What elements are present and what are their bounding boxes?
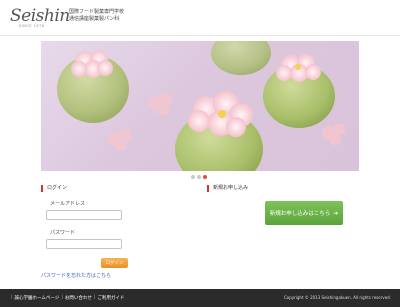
signup-heading: 新規お申し込み bbox=[207, 185, 248, 192]
footer-link-contact[interactable]: お問い合わせ bbox=[65, 295, 92, 301]
carousel-dot-2[interactable] bbox=[197, 175, 201, 179]
password-label: パスワード bbox=[50, 230, 76, 236]
footer-link-home[interactable]: 誠心学園ホームページ bbox=[15, 295, 60, 301]
logo-since-text: SINCE 1976 bbox=[19, 24, 45, 28]
school-name-line2: 通信講座製菓製パン科 bbox=[69, 15, 120, 22]
login-button[interactable]: ログイン bbox=[101, 258, 128, 268]
hero-carousel-image bbox=[41, 41, 359, 171]
carousel-dot-1[interactable] bbox=[191, 175, 195, 179]
site-footer: | 誠心学園ホームページ | お問い合わせ | ご利用ガイド Copyright… bbox=[0, 289, 400, 307]
site-header: Seishin SINCE 1976 国際フード製菓専門学校 通信講座製菓製パン… bbox=[0, 0, 400, 36]
forgot-password-link[interactable]: パスワードを忘れた方はこちら bbox=[41, 272, 111, 279]
signup-button[interactable]: 新規お申し込みはこちら ➔ bbox=[265, 201, 343, 225]
login-heading: ログイン bbox=[41, 185, 67, 192]
carousel-dot-3[interactable] bbox=[203, 175, 207, 179]
signup-button-label: 新規お申し込みはこちら bbox=[269, 211, 331, 217]
school-name: 国際フード製菓専門学校 通信講座製菓製パン科 bbox=[69, 9, 124, 22]
footer-links: | 誠心学園ホームページ | お問い合わせ | ご利用ガイド bbox=[9, 295, 124, 301]
site-logo[interactable]: Seishin bbox=[10, 6, 70, 26]
carousel-indicators bbox=[191, 175, 207, 179]
email-label: メールアドレス bbox=[50, 201, 86, 207]
footer-link-guide[interactable]: ご利用ガイド bbox=[97, 295, 124, 301]
wagashi-photo bbox=[57, 41, 345, 171]
copyright-text: Copyright © 2013 Seishingakuen. All righ… bbox=[283, 295, 391, 300]
password-input[interactable] bbox=[46, 239, 122, 249]
email-input[interactable] bbox=[46, 210, 122, 220]
arrow-right-icon: ➔ bbox=[333, 209, 339, 217]
school-name-line1: 国際フード製菓専門学校 bbox=[69, 9, 125, 15]
